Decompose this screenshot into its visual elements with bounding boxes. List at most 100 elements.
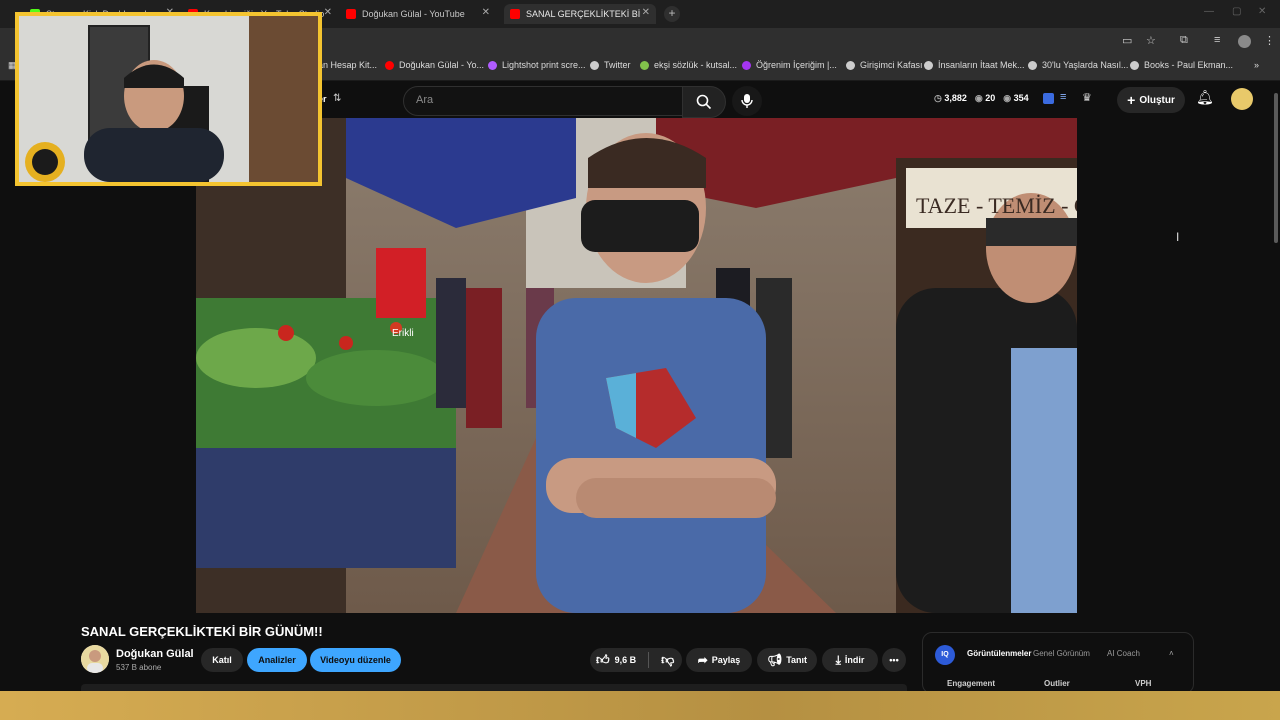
more-actions-button[interactable]: ••• [882, 648, 906, 672]
like-button[interactable]: 👍︎ 9,6 B [596, 652, 636, 668]
bookmark-item[interactable]: Doğukan Gülal - Yo... [385, 60, 484, 70]
globe-icon [846, 60, 855, 70]
voice-search-button[interactable] [732, 86, 762, 116]
search-input[interactable] [414, 93, 668, 107]
vidiq-panel: IQ Görüntülenmeler Genel Görünüm AI Coac… [922, 632, 1194, 694]
join-label: Katıl [212, 655, 232, 665]
bookmark-item[interactable]: an Hesap Kit... [318, 60, 377, 70]
bookmark-item[interactable]: Books - Paul Ekman... [1130, 60, 1233, 70]
scrollbar-thumb[interactable] [1274, 93, 1278, 243]
video-player[interactable]: TAZE - TEMİZ - GÜVE Erikli [196, 118, 1077, 613]
extensions-icon[interactable]: ⧉ [1180, 34, 1188, 47]
tab-current-video[interactable]: SANAL GERÇEKLİKTEKİ BİR GÜN ✕ [504, 4, 656, 24]
erikli-sign: Erikli [392, 328, 414, 339]
avatar-image [81, 645, 109, 673]
edit-video-label: Videoyu düzenle [320, 655, 391, 665]
profile-icon[interactable] [1238, 35, 1251, 48]
bookmark-label: Books - Paul Ekman... [1144, 60, 1234, 70]
avatar[interactable] [1231, 88, 1253, 110]
tab-label: Doğukan Gülal - YouTube [362, 9, 465, 19]
bookmark-label: Twitter [604, 60, 631, 70]
shop-sign: TAZE - TEMİZ - GÜVE [916, 193, 1077, 218]
vidiq-icon[interactable] [1043, 93, 1054, 104]
vidiq-logo: IQ [935, 645, 955, 665]
trophy-icon[interactable]: ♛ [1082, 91, 1092, 104]
globe-icon [590, 60, 599, 70]
bookmark-item[interactable]: Girişimci Kafası [846, 60, 923, 70]
download-icon: ⤓ [835, 652, 841, 667]
bookmark-label: Doğukan Gülal - Yo... [399, 60, 485, 70]
create-button[interactable]: + Oluştur [1117, 87, 1185, 113]
bookmark-label: Lightshot print scre... [502, 60, 586, 70]
analytics-button[interactable]: Analizler [247, 648, 307, 672]
webcam-feed [19, 16, 318, 182]
collapse-icon[interactable]: ˄ [1169, 649, 1174, 658]
tab-overview[interactable]: Genel Görünüm [1033, 649, 1090, 658]
channel-name[interactable]: Doğukan Gülal [116, 648, 194, 660]
like-count: 9,6 B [614, 655, 637, 665]
tab-views[interactable]: Görüntülenmeler [967, 649, 1031, 658]
bookmark-label: an Hesap Kit... [318, 60, 378, 70]
create-label: Oluştur [1139, 94, 1175, 106]
close-icon[interactable]: ✕ [642, 7, 650, 18]
bookmark-item[interactable]: Öğrenim İçeriğim |... [742, 60, 837, 70]
bookmark-label: ekşi sözlük - kutsal... [654, 60, 738, 70]
minimize-icon[interactable]: — [1204, 6, 1214, 17]
outlier-column: Outlier [1044, 679, 1070, 688]
microphone-icon [741, 94, 753, 108]
more-icon: ••• [889, 655, 899, 665]
promote-button[interactable]: 📢︎ Tanıt [757, 648, 817, 672]
more-bookmarks-icon[interactable]: » [1254, 60, 1259, 70]
viewers-value: 354 [1013, 93, 1029, 103]
search-button[interactable] [682, 86, 726, 118]
subscriber-count: 537 B abone [116, 663, 162, 672]
video-title: SANAL GERÇEKLİKTEKİ BİR GÜNÜM!! [81, 624, 323, 639]
promote-label: Tanıt [786, 655, 808, 665]
bookmark-item[interactable]: Twitter [590, 60, 631, 70]
join-button[interactable]: Katıl [201, 648, 243, 672]
edit-video-button[interactable]: Videoyu düzenle [310, 648, 401, 672]
vidiq-stats: ◷ 3,882 ◉ 20 ◉ 354 [934, 93, 1029, 104]
close-window-icon[interactable]: ✕ [1258, 6, 1266, 17]
filter-icon[interactable]: ⇅ [333, 93, 341, 104]
youtube-icon [385, 60, 394, 70]
list-icon[interactable]: ≡ [1060, 91, 1066, 103]
bookmark-item[interactable]: 30'lu Yaşlarda Nasıl... [1028, 60, 1128, 70]
maximize-icon[interactable]: ▢ [1232, 6, 1241, 17]
download-button[interactable]: ⤓ İndir [822, 648, 878, 672]
share-label: Paylaş [711, 655, 741, 665]
megaphone-icon: 📢︎ [766, 653, 783, 667]
views-value: 3,882 [944, 93, 967, 103]
bookmark-label: Öğrenim İçeriğim |... [756, 60, 837, 70]
bookmark-item[interactable]: Lightshot print scre... [488, 60, 586, 70]
text-cursor-icon: I [1176, 230, 1180, 244]
search-icon [696, 94, 712, 110]
bookmark-item[interactable]: ekşi sözlük - kutsal... [640, 60, 737, 70]
dislike-button[interactable]: 👎︎ [661, 652, 674, 668]
menu-icon[interactable]: ⋮ [1264, 34, 1275, 47]
likes-value: 20 [985, 93, 996, 103]
thumbs-down-icon: 👎︎ [661, 652, 675, 667]
share-button[interactable]: ➦ Paylaş [686, 648, 752, 672]
tab-channel[interactable]: Doğukan Gülal - YouTube ✕ [346, 4, 496, 24]
cast-icon[interactable]: ▭ [1122, 34, 1132, 47]
close-icon[interactable]: ✕ [482, 7, 490, 18]
globe-icon [1130, 60, 1139, 70]
youtube-icon [346, 9, 356, 19]
page-scrollbar[interactable] [1272, 81, 1280, 691]
bookmark-item[interactable]: İnsanların İtaat Mek... [924, 60, 1025, 70]
tab-label: SANAL GERÇEKLİKTEKİ BİR GÜN [526, 9, 641, 19]
close-icon[interactable]: ✕ [324, 7, 332, 18]
media-icon[interactable]: ≡ [1214, 34, 1220, 46]
views-stat: ◷ 3,882 [934, 93, 967, 104]
likes-stat: ◉ 20 [975, 93, 995, 104]
plus-icon: + [1127, 92, 1136, 108]
engagement-column: Engagement [947, 679, 996, 688]
new-tab-button[interactable]: + [664, 6, 680, 22]
vph-column: VPH [1135, 679, 1152, 688]
analytics-label: Analizler [258, 655, 296, 665]
bell-icon[interactable]: 🔔︎ [1196, 89, 1214, 106]
channel-avatar[interactable] [81, 645, 109, 673]
tab-ai-coach[interactable]: AI Coach [1107, 649, 1140, 658]
star-icon[interactable]: ☆ [1146, 34, 1156, 47]
